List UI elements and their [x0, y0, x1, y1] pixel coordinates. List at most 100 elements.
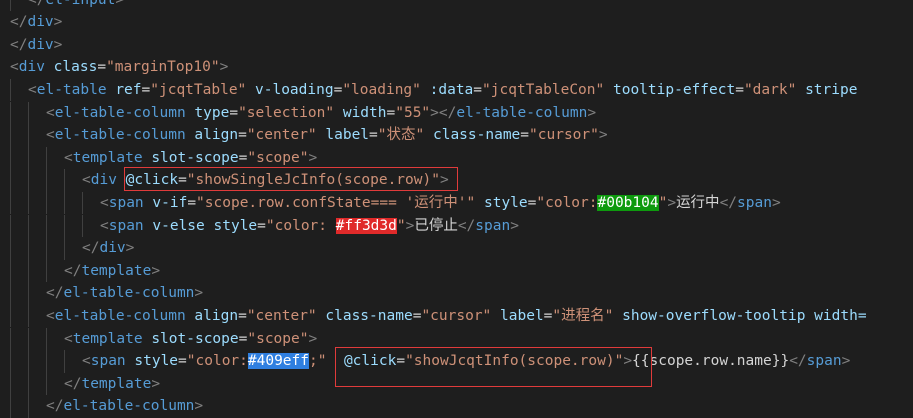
code-token: =: [735, 81, 744, 98]
code-token: =: [473, 81, 483, 98]
code-token: #ff3d3d: [335, 217, 397, 234]
code-token: =: [238, 127, 247, 144]
indent-guide: [10, 304, 11, 328]
indent-guide: [82, 214, 83, 238]
code-line[interactable]: </div>: [82, 237, 134, 260]
indent-guide: [28, 191, 29, 215]
code-line[interactable]: <span v-else style="color: #ff3d3d">已停止<…: [100, 215, 519, 238]
code-line[interactable]: <el-table-column align="center" class-na…: [46, 305, 867, 328]
code-token: "loading": [342, 81, 421, 98]
indent-guide: [10, 372, 11, 396]
code-line[interactable]: </div>: [10, 11, 62, 34]
indent-guide: [46, 327, 47, 351]
code-token: span: [108, 217, 144, 234]
code-line[interactable]: <el-table ref="jcqtTable" v-loading="loa…: [28, 79, 857, 102]
code-token: <: [100, 217, 109, 234]
indent-guide: [28, 214, 29, 238]
code-token: <: [46, 104, 55, 121]
code-token: el-table-column: [54, 307, 186, 324]
code-editor[interactable]: </el-input></div></div><div class="margi…: [0, 0, 913, 418]
code-token: "color:: [265, 217, 336, 234]
code-token: div: [18, 59, 45, 76]
code-token: div: [90, 172, 117, 189]
code-token: tooltip-effect: [612, 81, 736, 98]
code-token: class-name: [432, 127, 521, 144]
code-token: template: [72, 149, 143, 166]
indent-guide: [10, 350, 11, 373]
code-token: "showSingleJcInfo(scope.row)": [186, 172, 440, 189]
code-line[interactable]: </template>: [64, 260, 160, 283]
code-token: =: [229, 104, 239, 121]
code-token: >: [308, 330, 318, 347]
code-token: "jcqtTable": [150, 81, 247, 98]
code-token: stripe: [805, 81, 858, 98]
code-token: "center": [246, 127, 317, 144]
code-line[interactable]: <template slot-scope="scope">: [64, 328, 317, 351]
code-line[interactable]: </el-input>: [28, 0, 124, 11]
code-token: >: [194, 285, 204, 302]
code-line[interactable]: <el-table-column align="center" label="状…: [46, 124, 608, 147]
code-token: "scope.row.confState=== '运行中'": [196, 194, 476, 211]
code-line[interactable]: </el-table-column>: [46, 395, 203, 418]
code-token: </: [46, 285, 64, 302]
code-token: <: [46, 307, 55, 324]
code-token: =: [257, 217, 266, 234]
code-token: "状态": [377, 127, 425, 144]
indent-guide: [28, 101, 29, 125]
indent-guide: [10, 395, 11, 418]
code-line[interactable]: <span v-if="scope.row.confState=== '运行中'…: [100, 192, 781, 215]
code-token: type: [194, 104, 230, 121]
code-token: span: [475, 217, 511, 234]
code-token: ></: [430, 104, 457, 121]
code-token: v-else: [152, 217, 205, 234]
code-token: style: [134, 353, 179, 370]
code-token: >: [151, 262, 161, 279]
code-line[interactable]: </div>: [10, 34, 62, 57]
code-line[interactable]: <span style="color:#409eff;" @click="sho…: [82, 350, 850, 373]
indent-guide: [28, 237, 29, 260]
code-token: </: [46, 398, 64, 415]
code-token: "selection": [238, 104, 335, 121]
code-token: </: [82, 240, 100, 257]
indent-guide: [10, 327, 11, 351]
code-token: label: [500, 307, 544, 324]
code-token: "center": [246, 307, 317, 324]
code-line[interactable]: <div @click="showSingleJcInfo(scope.row)…: [82, 169, 449, 192]
code-token: </: [719, 194, 738, 211]
code-token: >: [53, 14, 63, 31]
code-line[interactable]: <template slot-scope="scope">: [64, 147, 317, 170]
code-token: </: [64, 262, 82, 279]
code-token: </: [457, 217, 476, 234]
code-line[interactable]: <el-table-column type="selection" width=…: [46, 102, 596, 125]
code-token: show-overflow-tooltip: [622, 307, 806, 324]
code-token: "55": [395, 104, 431, 121]
code-token: v-if: [152, 194, 188, 211]
indent-guide: [28, 146, 29, 170]
code-line[interactable]: </template>: [64, 373, 160, 396]
code-token: template: [81, 262, 152, 279]
code-token: el-table-column: [63, 285, 195, 302]
code-token: @click: [343, 353, 397, 370]
code-line[interactable]: </el-table-column>: [46, 282, 203, 305]
code-token: width=: [814, 307, 867, 324]
indent-guide: [10, 0, 11, 12]
code-line[interactable]: <div class="marginTop10">: [10, 56, 228, 79]
code-token: "cursor": [529, 127, 599, 144]
code-token: #409eff: [247, 353, 309, 370]
code-token: span: [108, 194, 144, 211]
code-token: <: [10, 59, 19, 76]
code-token: "dark": [743, 81, 797, 98]
code-token: >: [308, 149, 318, 166]
code-token: slot-scope: [151, 149, 239, 166]
code-token: <: [64, 149, 73, 166]
code-token: >: [151, 375, 161, 392]
code-token: </: [10, 14, 28, 31]
code-token: >: [771, 194, 781, 211]
